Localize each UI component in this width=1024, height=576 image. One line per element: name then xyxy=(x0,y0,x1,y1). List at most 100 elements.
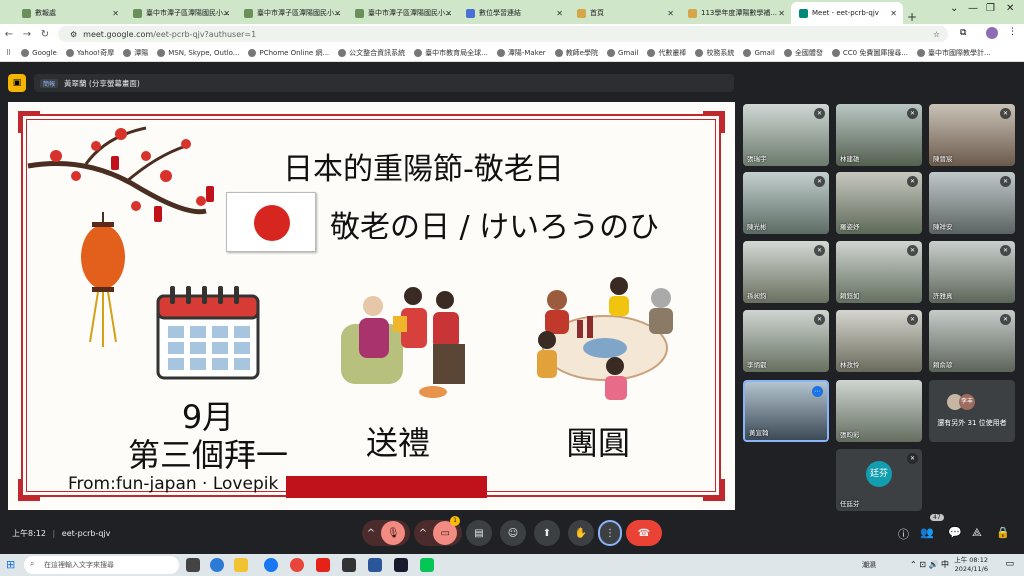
participant-tile[interactable]: ✕ 陳晉宸 xyxy=(929,104,1015,166)
minimize-icon[interactable]: — xyxy=(968,3,978,14)
participant-tile[interactable]: ✕ 羅姿妤 xyxy=(836,172,922,234)
bookmark-star-icon[interactable]: ☆ xyxy=(933,30,940,39)
bookmark-item[interactable]: 潭陽-Maker xyxy=(496,48,546,58)
bookmark-item[interactable]: Gmail xyxy=(743,48,775,57)
tab-6[interactable]: 113學年度潭陽數學補... ✕ xyxy=(680,2,791,24)
forward-icon[interactable]: → xyxy=(18,29,36,40)
restore-icon[interactable]: ❐ xyxy=(986,3,995,14)
new-tab-button[interactable]: + xyxy=(903,10,921,24)
close-tab-icon[interactable]: ✕ xyxy=(667,9,674,18)
notification-icon[interactable]: ▭ xyxy=(1005,559,1014,569)
taskbar-clock[interactable]: 上午 08:12 2024/11/6 xyxy=(954,556,988,574)
edge-icon[interactable] xyxy=(210,558,224,572)
youtube-icon[interactable] xyxy=(316,558,330,572)
chevron-up-icon[interactable]: ^ xyxy=(367,528,375,539)
close-tab-icon[interactable]: ✕ xyxy=(334,9,341,18)
bookmark-item[interactable]: 臺中市國際教學計... xyxy=(917,48,991,58)
participant-tile[interactable]: ✕ 孫昶鈞 xyxy=(743,241,829,303)
leave-call-button[interactable]: ☎ xyxy=(626,520,662,546)
participant-tile[interactable]: ✕ 李炳叡 xyxy=(743,310,829,372)
tab-search-icon[interactable]: ⌄ xyxy=(950,3,958,14)
bookmark-item[interactable]: CC0 免費圖庫搜尋... xyxy=(831,48,908,58)
word-icon[interactable] xyxy=(368,558,382,572)
bookmark-item[interactable]: Gmail xyxy=(607,48,638,57)
menu-dots-icon[interactable]: ⋮ xyxy=(1008,27,1017,37)
present-button[interactable]: ⬆ xyxy=(534,520,560,546)
line-icon[interactable] xyxy=(420,558,434,572)
tab-0[interactable]: 數報處 ✕ xyxy=(14,2,125,24)
close-tab-icon[interactable]: ✕ xyxy=(223,9,230,18)
participant-tile[interactable]: ✕ 賴俞諺 xyxy=(929,310,1015,372)
bookmark-item[interactable]: 潭陽 xyxy=(123,48,148,58)
participant-tile[interactable]: ✕ 許雅真 xyxy=(929,241,1015,303)
presentation-icon[interactable]: ▣ xyxy=(8,74,26,92)
mail-icon[interactable] xyxy=(342,558,356,572)
bookmark-item[interactable]: Yahoo!奇摩 xyxy=(65,48,114,58)
extensions-icon[interactable]: ⧉ xyxy=(960,28,966,38)
facebook-icon[interactable] xyxy=(264,558,278,572)
activities-icon[interactable]: ⟁ xyxy=(972,526,982,540)
apps-grid-icon[interactable]: ⠿ xyxy=(6,49,11,57)
participant-tile[interactable]: ✕ 林建雄 xyxy=(836,104,922,166)
bookmark-item[interactable]: PChome Online 網... xyxy=(248,48,329,58)
host-controls-icon[interactable]: 🔒 xyxy=(996,526,1010,539)
chat-icon[interactable]: 💬 xyxy=(948,526,962,539)
url-input[interactable]: ⚙ meet.google.com/eet-pcrb-qjv?authuser=… xyxy=(58,26,948,42)
bookmark-item[interactable]: MSN, Skype, Outlo... xyxy=(157,48,239,57)
emoji-button[interactable]: ☺ xyxy=(500,520,526,546)
weather-status[interactable]: 潮濕 xyxy=(862,560,876,570)
presenter-badge: 簡報 xyxy=(40,78,59,88)
bookmark-item[interactable]: 代數叢棒 xyxy=(647,48,686,58)
site-info-icon[interactable]: ⚙ xyxy=(70,30,77,39)
tab-1[interactable]: 臺中市潭子區潭陽國民小... ✕ xyxy=(125,2,236,24)
bookmark-favicon-icon xyxy=(248,48,257,57)
profile-avatar[interactable] xyxy=(986,27,998,39)
system-tray-icons[interactable]: ⌃ ⊡ 🔊 中 xyxy=(910,559,949,570)
participant-tile[interactable]: ✕ 張瑞宇 xyxy=(743,104,829,166)
close-tab-icon[interactable]: ✕ xyxy=(556,9,563,18)
bookmark-item[interactable]: 校務系統 xyxy=(695,48,734,58)
meeting-details-icon[interactable]: ⓘ xyxy=(898,526,909,542)
back-icon[interactable]: ← xyxy=(0,29,18,40)
close-tab-icon[interactable]: ✕ xyxy=(778,9,785,18)
close-tab-icon[interactable]: ✕ xyxy=(890,9,897,18)
mic-control[interactable]: ^ 🎙 xyxy=(362,520,410,546)
mic-off-icon[interactable]: 🎙 xyxy=(381,521,406,545)
raise-hand-button[interactable]: ✋ xyxy=(568,520,594,546)
participant-tile[interactable]: ✕ 陳光彬 xyxy=(743,172,829,234)
chrome-icon[interactable] xyxy=(290,558,304,572)
file-explorer-icon[interactable] xyxy=(234,558,248,572)
windows-start-icon[interactable]: ⊞ xyxy=(6,558,15,571)
close-tab-icon[interactable]: ✕ xyxy=(445,9,452,18)
tab-3[interactable]: 臺中市潭子區潭陽國民小... ✕ xyxy=(347,2,458,24)
reload-icon[interactable]: ↻ xyxy=(36,29,54,40)
more-options-button[interactable]: ⋮ xyxy=(598,520,622,546)
participant-tile-self[interactable]: ⋯ 黃宣翰 xyxy=(743,380,829,442)
participant-tile[interactable]: 廷芬 ✕ 任廷芬 xyxy=(836,449,922,511)
bookmark-item[interactable]: 公文整合資訊系統 xyxy=(338,48,405,58)
participant-tile[interactable]: ✕ 林孜怜 xyxy=(836,310,922,372)
chevron-up-icon[interactable]: ^ xyxy=(419,528,427,539)
tab-5[interactable]: 首頁 ✕ xyxy=(569,2,680,24)
tab-meet-active[interactable]: Meet - eet-pcrb-qjv ✕ xyxy=(791,2,903,24)
taskbar-search-input[interactable]: ⌕ 在這裡輸入文字來搜尋 xyxy=(24,556,179,574)
tab-4[interactable]: 數位學習連結 ✕ xyxy=(458,2,569,24)
captions-button[interactable]: ▤ xyxy=(466,520,492,546)
bookmark-item[interactable]: 臺中市教育局全球... xyxy=(414,48,488,58)
tab-2[interactable]: 臺中市潭子區潭陽國民小... ✕ xyxy=(236,2,347,24)
more-options-icon[interactable]: ⋯ xyxy=(812,386,823,397)
bookmark-item[interactable]: 全國體發 xyxy=(783,48,823,58)
camera-control[interactable]: ^ ▭ 1 xyxy=(414,516,462,546)
task-view-icon[interactable] xyxy=(186,558,200,572)
participant-tile[interactable]: 張昀彩 xyxy=(836,380,922,442)
participant-tile[interactable]: ✕ 陳祥安 xyxy=(929,172,1015,234)
bookmark-item[interactable]: Google xyxy=(21,48,57,57)
close-tab-icon[interactable]: ✕ xyxy=(112,9,119,18)
participant-tile[interactable]: ✕ 賴鈺如 xyxy=(836,241,922,303)
bookmark-item[interactable]: 教師e學院 xyxy=(554,48,598,58)
more-participants-tile[interactable]: 李丰 還有另外 31 位使用者 xyxy=(929,380,1015,442)
app-icon[interactable] xyxy=(394,558,408,572)
close-window-icon[interactable]: ✕ xyxy=(1006,3,1014,14)
people-icon[interactable]: 👥 xyxy=(920,526,934,539)
caption-reunion: 團圓 xyxy=(565,424,630,462)
